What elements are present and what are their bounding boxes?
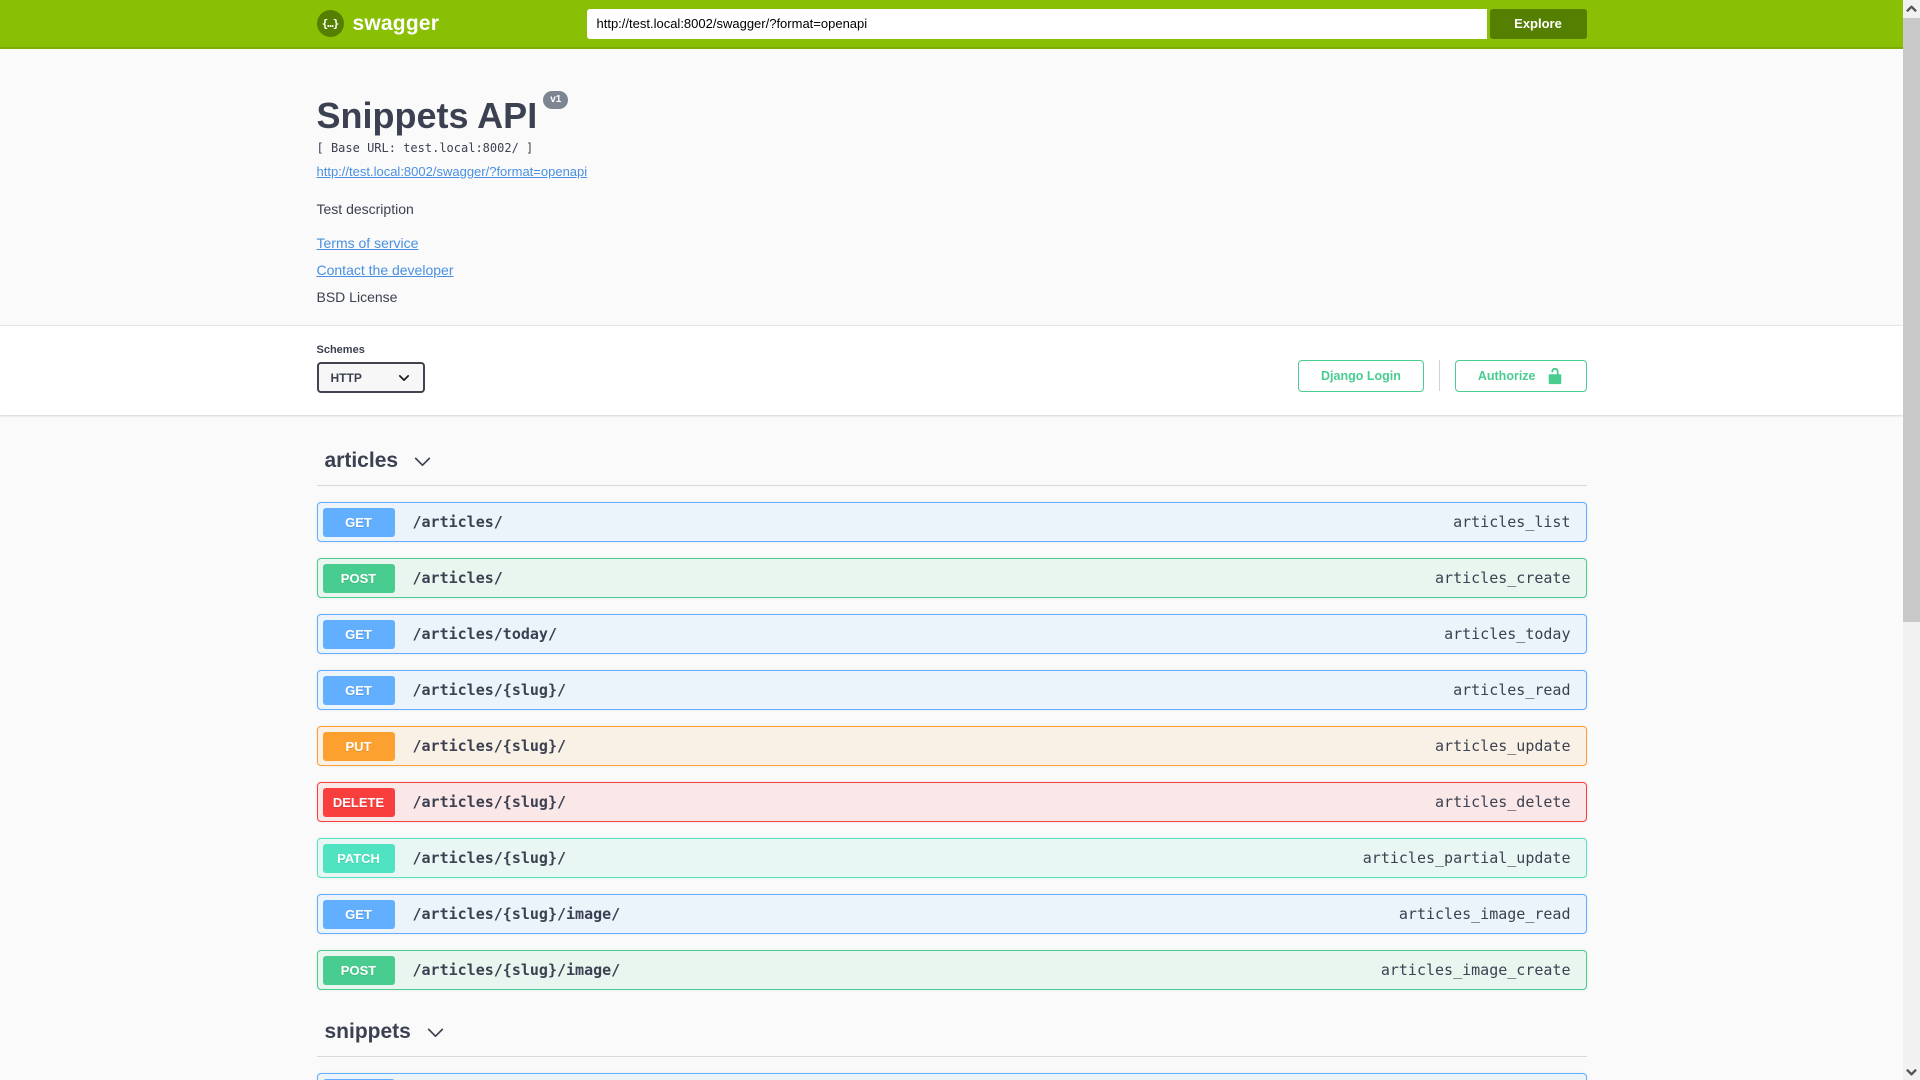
operation-id: articles_create — [1435, 569, 1571, 587]
operation-id: articles_image_read — [1398, 905, 1571, 923]
chevron-down-icon — [397, 371, 411, 385]
license-text: BSD License — [316, 289, 398, 305]
operation-path: /articles/{slug}/ — [412, 737, 567, 755]
scrollbar-down-icon[interactable] — [1903, 1063, 1920, 1080]
operation-row[interactable]: GET /articles/ articles_list — [316, 502, 1587, 542]
method-badge: PATCH — [322, 843, 395, 873]
operation-path: /articles/{slug}/image/ — [412, 905, 621, 923]
contact-developer-link[interactable]: Contact the developer — [317, 262, 454, 278]
operation-path: /articles/ — [412, 569, 503, 587]
operation-row[interactable]: PATCH /articles/{slug}/ articles_partial… — [316, 838, 1587, 878]
method-badge: PUT — [322, 731, 395, 761]
vertical-scrollbar[interactable] — [1903, 0, 1920, 1080]
operation-row[interactable]: POST /articles/ articles_create — [316, 558, 1587, 598]
operation-path: /articles/today/ — [412, 625, 558, 643]
unlocked-padlock-icon — [1546, 367, 1564, 385]
sections: articles GET /articles/ articles_list PO… — [316, 415, 1587, 1080]
operation-id: articles_delete — [1435, 793, 1571, 811]
chevron-down-icon — [412, 451, 433, 472]
tag-name: articles — [324, 449, 399, 472]
explore-button[interactable]: Explore — [1489, 8, 1587, 39]
schemes-section: Schemes HTTP Django Login Authorize — [0, 325, 1903, 415]
info-section: Snippets API v1 [ Base URL: test.local:80… — [0, 49, 1903, 325]
api-description: Test description — [316, 201, 414, 217]
operation-row[interactable]: GET /snippets/ snippets_list — [316, 1073, 1587, 1080]
operation-path: /articles/ — [412, 513, 503, 531]
tag-section: articles GET /articles/ articles_list PO… — [316, 449, 1587, 990]
auth-wrapper: Django Login Authorize — [1298, 359, 1587, 392]
tag-name: snippets — [324, 1020, 411, 1043]
operation-path: /articles/{slug}/ — [412, 849, 567, 867]
django-login-label: Django Login — [1321, 368, 1401, 383]
operation-path: /articles/{slug}/ — [412, 681, 567, 699]
topbar: {…} swagger Explore — [0, 0, 1903, 49]
schemes-group: Schemes HTTP — [316, 344, 425, 393]
method-badge: POST — [322, 563, 395, 593]
authorize-button[interactable]: Authorize — [1454, 359, 1587, 392]
operation-row[interactable]: POST /articles/{slug}/image/ articles_im… — [316, 950, 1587, 990]
operation-list: GET /snippets/ snippets_list — [316, 1073, 1587, 1080]
version-badge: v1 — [543, 91, 569, 109]
tag-header[interactable]: articles — [316, 449, 1587, 486]
swagger-logo-icon: {…} — [316, 10, 344, 37]
base-url: [ Base URL: test.local:8002/ ] — [316, 141, 534, 155]
page-title: Snippets API v1 — [316, 91, 1587, 137]
scheme-select[interactable]: HTTP — [316, 362, 425, 393]
operation-id: articles_read — [1453, 681, 1571, 699]
chevron-down-icon — [425, 1022, 446, 1043]
django-login-button[interactable]: Django Login — [1298, 359, 1424, 392]
operation-row[interactable]: GET /articles/today/ articles_today — [316, 614, 1587, 654]
operation-row[interactable]: PUT /articles/{slug}/ articles_update — [316, 726, 1587, 766]
operation-path: /articles/{slug}/ — [412, 793, 567, 811]
operation-row[interactable]: DELETE /articles/{slug}/ articles_delete — [316, 782, 1587, 822]
operation-id: articles_partial_update — [1362, 849, 1571, 867]
auth-divider — [1438, 360, 1440, 391]
operation-row[interactable]: GET /articles/{slug}/image/ articles_ima… — [316, 894, 1587, 934]
spec-link[interactable]: http://test.local:8002/swagger/?format=o… — [317, 164, 588, 179]
method-badge: POST — [322, 955, 395, 985]
api-title-text: Snippets API — [316, 95, 538, 136]
operation-id: articles_today — [1444, 625, 1571, 643]
scheme-selected-value: HTTP — [330, 370, 362, 385]
method-badge: DELETE — [322, 787, 395, 817]
method-badge: GET — [322, 899, 395, 929]
method-badge: GET — [322, 507, 395, 537]
scrollbar-thumb[interactable] — [1903, 18, 1920, 622]
tag-header[interactable]: snippets — [316, 1020, 1587, 1057]
schemes-label: Schemes — [316, 344, 365, 356]
operation-id: articles_update — [1435, 737, 1571, 755]
operation-list: GET /articles/ articles_list POST /artic… — [316, 502, 1587, 990]
swagger-ui-page: {…} swagger Explore Snippets API v1 [ Bas… — [0, 0, 1903, 1080]
operation-row[interactable]: GET /articles/{slug}/ articles_read — [316, 670, 1587, 710]
brand-name: swagger — [352, 11, 440, 35]
tag-section: snippets GET /snippets/ snippets_list — [316, 1020, 1587, 1080]
operation-id: articles_image_create — [1380, 961, 1571, 979]
operation-id: articles_list — [1453, 513, 1571, 531]
spec-url-input[interactable] — [586, 8, 1487, 39]
authorize-label: Authorize — [1477, 368, 1536, 383]
method-badge: GET — [322, 619, 395, 649]
terms-of-service-link[interactable]: Terms of service — [317, 235, 419, 251]
swagger-brand: {…} swagger — [316, 10, 440, 37]
operation-path: /articles/{slug}/image/ — [412, 961, 621, 979]
scrollbar-up-icon[interactable] — [1903, 0, 1920, 17]
method-badge: GET — [322, 675, 395, 705]
